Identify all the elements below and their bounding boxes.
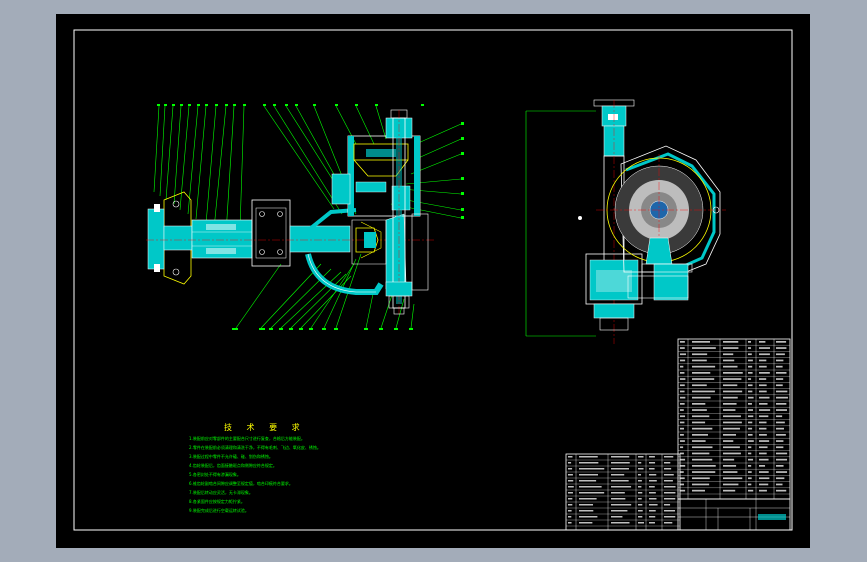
technical-requirements-list: 1.装配前应对零部件的主要配合尺寸进行复查，合格后方能装配。 2.零件在装配前必… <box>189 434 321 515</box>
parts-list-upper <box>678 339 790 499</box>
drawing-svg <box>56 14 810 548</box>
parts-list-lower <box>566 454 680 530</box>
title-block <box>678 499 790 530</box>
requirement-item: 2.零件在装配前必须清理和清洗干净，不得有毛刺、飞边、氧化皮、锈蚀。 <box>189 443 321 452</box>
requirement-item: 4.齿轮装配后，齿面接触斑点和侧隙应符合规定。 <box>189 461 321 470</box>
technical-requirements-title: 技 术 要 求 <box>224 422 306 433</box>
input-flange <box>148 192 192 284</box>
drawing-sheet[interactable]: 技 术 要 求 1.装配前应对零部件的主要配合尺寸进行复查，合格后方能装配。 2… <box>56 14 810 548</box>
output-shaft <box>386 110 412 314</box>
requirement-item: 9.装配完成后进行空载运转试验。 <box>189 506 321 515</box>
transfer-case <box>332 110 420 216</box>
requirement-item: 6.锥齿轮副啮合间隙应调整至规定值，啮合印痕符合要求。 <box>189 479 321 488</box>
requirement-item: 1.装配前应对零部件的主要配合尺寸进行复查，合格后方能装配。 <box>189 434 321 443</box>
input-shaft <box>192 220 252 258</box>
section-view-left <box>146 104 464 330</box>
pinion-shaft <box>290 226 350 252</box>
requirement-item: 8.各紧固件应按规定力矩拧紧。 <box>189 497 321 506</box>
requirement-item: 5.各密封处不得有渗漏现象。 <box>189 470 321 479</box>
bearing-housing <box>252 200 290 266</box>
side-cover <box>412 214 428 290</box>
cad-viewer: 技 术 要 求 1.装配前应对零部件的主要配合尺寸进行复查，合格后方能装配。 2… <box>0 0 867 562</box>
requirement-item: 3.装配过程中零件不允许磕、碰、划伤和锈蚀。 <box>189 452 321 461</box>
requirement-item: 7.装配后转动应灵活，无卡滞现象。 <box>189 488 321 497</box>
side-view-right <box>526 100 726 344</box>
